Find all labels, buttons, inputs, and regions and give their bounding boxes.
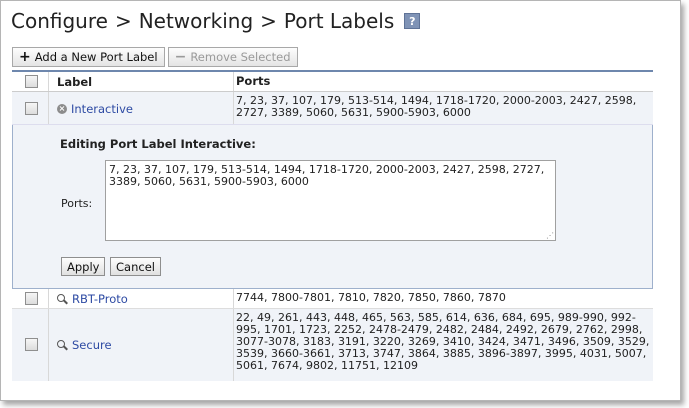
- remove-selected-text: Remove Selected: [190, 50, 291, 64]
- table-row[interactable]: RBT-Proto 7744, 7800-7801, 7810, 7820, 7…: [12, 289, 653, 309]
- window-frame: Configure > Networking > Port Labels ? +…: [0, 0, 681, 401]
- magnifier-icon: [57, 293, 68, 305]
- collapse-icon[interactable]: ×: [57, 104, 67, 114]
- add-port-label-text: Add a New Port Label: [34, 50, 158, 64]
- label-column-header[interactable]: Label: [57, 75, 92, 89]
- ports-cell: 7, 23, 37, 107, 179, 513-514, 1494, 1718…: [236, 94, 637, 119]
- breadcrumb: Configure > Networking > Port Labels ?: [11, 7, 421, 35]
- table-row[interactable]: Secure 22, 49, 261, 443, 448, 465, 563, …: [12, 309, 653, 381]
- plus-icon: +: [19, 49, 31, 65]
- breadcrumb-networking[interactable]: Networking: [139, 9, 253, 33]
- table-row[interactable]: × Interactive 7, 23, 37, 107, 179, 513-5…: [12, 92, 653, 125]
- apply-button[interactable]: Apply: [61, 257, 106, 276]
- ports-textarea[interactable]: 7, 23, 37, 107, 179, 513-514, 1494, 1718…: [105, 160, 556, 241]
- help-icon[interactable]: ?: [404, 13, 421, 29]
- breadcrumb-separator: >: [260, 9, 277, 33]
- breadcrumb-separator: >: [114, 9, 132, 33]
- toolbar: + Add a New Port Label − Remove Selected: [12, 47, 298, 67]
- port-label-link[interactable]: Interactive: [71, 102, 133, 116]
- ports-cell: 7744, 7800-7801, 7810, 7820, 7850, 7860,…: [236, 291, 506, 304]
- ports-field-label: Ports:: [61, 197, 93, 210]
- row-checkbox[interactable]: [25, 338, 38, 351]
- row-checkbox[interactable]: [25, 292, 38, 305]
- breadcrumb-configure[interactable]: Configure: [11, 9, 108, 33]
- ports-column-header[interactable]: Ports: [236, 75, 270, 87]
- port-label-link[interactable]: RBT-Proto: [72, 292, 128, 306]
- row-checkbox[interactable]: [25, 102, 38, 115]
- add-port-label-button[interactable]: + Add a New Port Label: [12, 47, 165, 67]
- port-labels-table: Label Ports × Interactive 7, 23, 37, 107…: [12, 70, 653, 381]
- minus-icon: −: [174, 49, 187, 65]
- edit-panel-title: Editing Port Label Interactive:: [60, 137, 256, 151]
- select-all-checkbox[interactable]: [25, 75, 38, 88]
- edit-port-label-panel: Editing Port Label Interactive: Ports: 7…: [12, 125, 653, 289]
- magnifier-icon: [57, 339, 68, 351]
- resize-grip-icon[interactable]: ⋰: [546, 231, 555, 240]
- remove-selected-button[interactable]: − Remove Selected: [167, 47, 298, 67]
- cancel-button[interactable]: Cancel: [110, 257, 161, 276]
- page-title: Port Labels: [283, 9, 395, 33]
- port-label-link[interactable]: Secure: [72, 338, 112, 352]
- table-header: Label Ports: [12, 72, 653, 92]
- ports-cell: 22, 49, 261, 443, 448, 465, 563, 585, 61…: [236, 311, 650, 372]
